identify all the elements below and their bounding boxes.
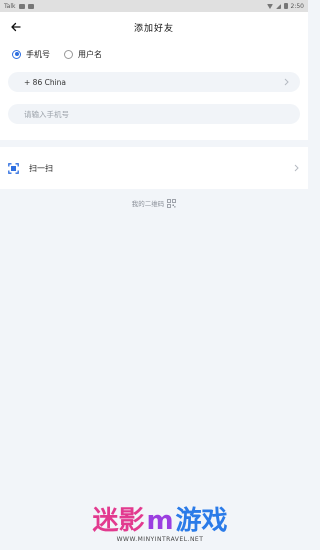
phone-field[interactable] xyxy=(8,104,300,124)
scan-icon xyxy=(8,162,19,174)
radio-label-phone: 手机号 xyxy=(26,49,50,59)
page-title: 添加好友 xyxy=(133,23,174,34)
scan-label: 扫一扫 xyxy=(29,163,53,173)
country-selector[interactable]: + 86 China xyxy=(8,72,300,92)
notification-icon xyxy=(18,3,25,9)
arrow-left-icon xyxy=(11,22,21,32)
watermark-text: 游戏 xyxy=(175,505,228,536)
radio-unchecked-icon[interactable] xyxy=(64,49,73,59)
my-qr-code-label: 我的二维码 xyxy=(131,200,165,208)
phone-input[interactable] xyxy=(24,109,290,119)
radio-username-option[interactable]: 用户名 xyxy=(64,49,102,60)
wifi-icon xyxy=(266,3,273,9)
notification-icon xyxy=(27,3,34,9)
status-bar: Talk 2:50 xyxy=(0,0,308,12)
nav-bar: 添加好友 xyxy=(0,12,308,42)
watermark-m: m xyxy=(146,505,174,536)
watermark-text: 迷影 xyxy=(92,505,145,536)
radio-label-username: 用户名 xyxy=(78,49,102,59)
watermark-url: WWW.MINYINTRAVEL.NET xyxy=(116,535,204,543)
status-carrier: Talk xyxy=(4,2,16,10)
my-qr-code-link[interactable]: 我的二维码 xyxy=(0,189,308,217)
watermark-logo: 迷影 m 游戏 WWW.MINYINTRAVEL.NET xyxy=(0,500,320,550)
radio-checked-icon[interactable] xyxy=(12,49,21,59)
qr-code-icon xyxy=(167,198,177,208)
section-divider xyxy=(0,140,308,147)
chevron-right-icon xyxy=(292,164,300,172)
back-button[interactable] xyxy=(8,19,24,35)
scan-row[interactable]: 扫一扫 xyxy=(0,147,308,189)
chevron-right-icon xyxy=(282,78,290,86)
battery-icon xyxy=(283,3,288,9)
status-time: 2:50 xyxy=(290,2,304,10)
country-value: + 86 China xyxy=(24,77,67,87)
radio-phone-option[interactable]: 手机号 xyxy=(12,49,50,60)
form-panel: 添加好友 手机号 用户名 + 86 China xyxy=(0,12,308,140)
signal-icon xyxy=(275,3,281,9)
search-mode-group: 手机号 用户名 xyxy=(0,42,308,66)
